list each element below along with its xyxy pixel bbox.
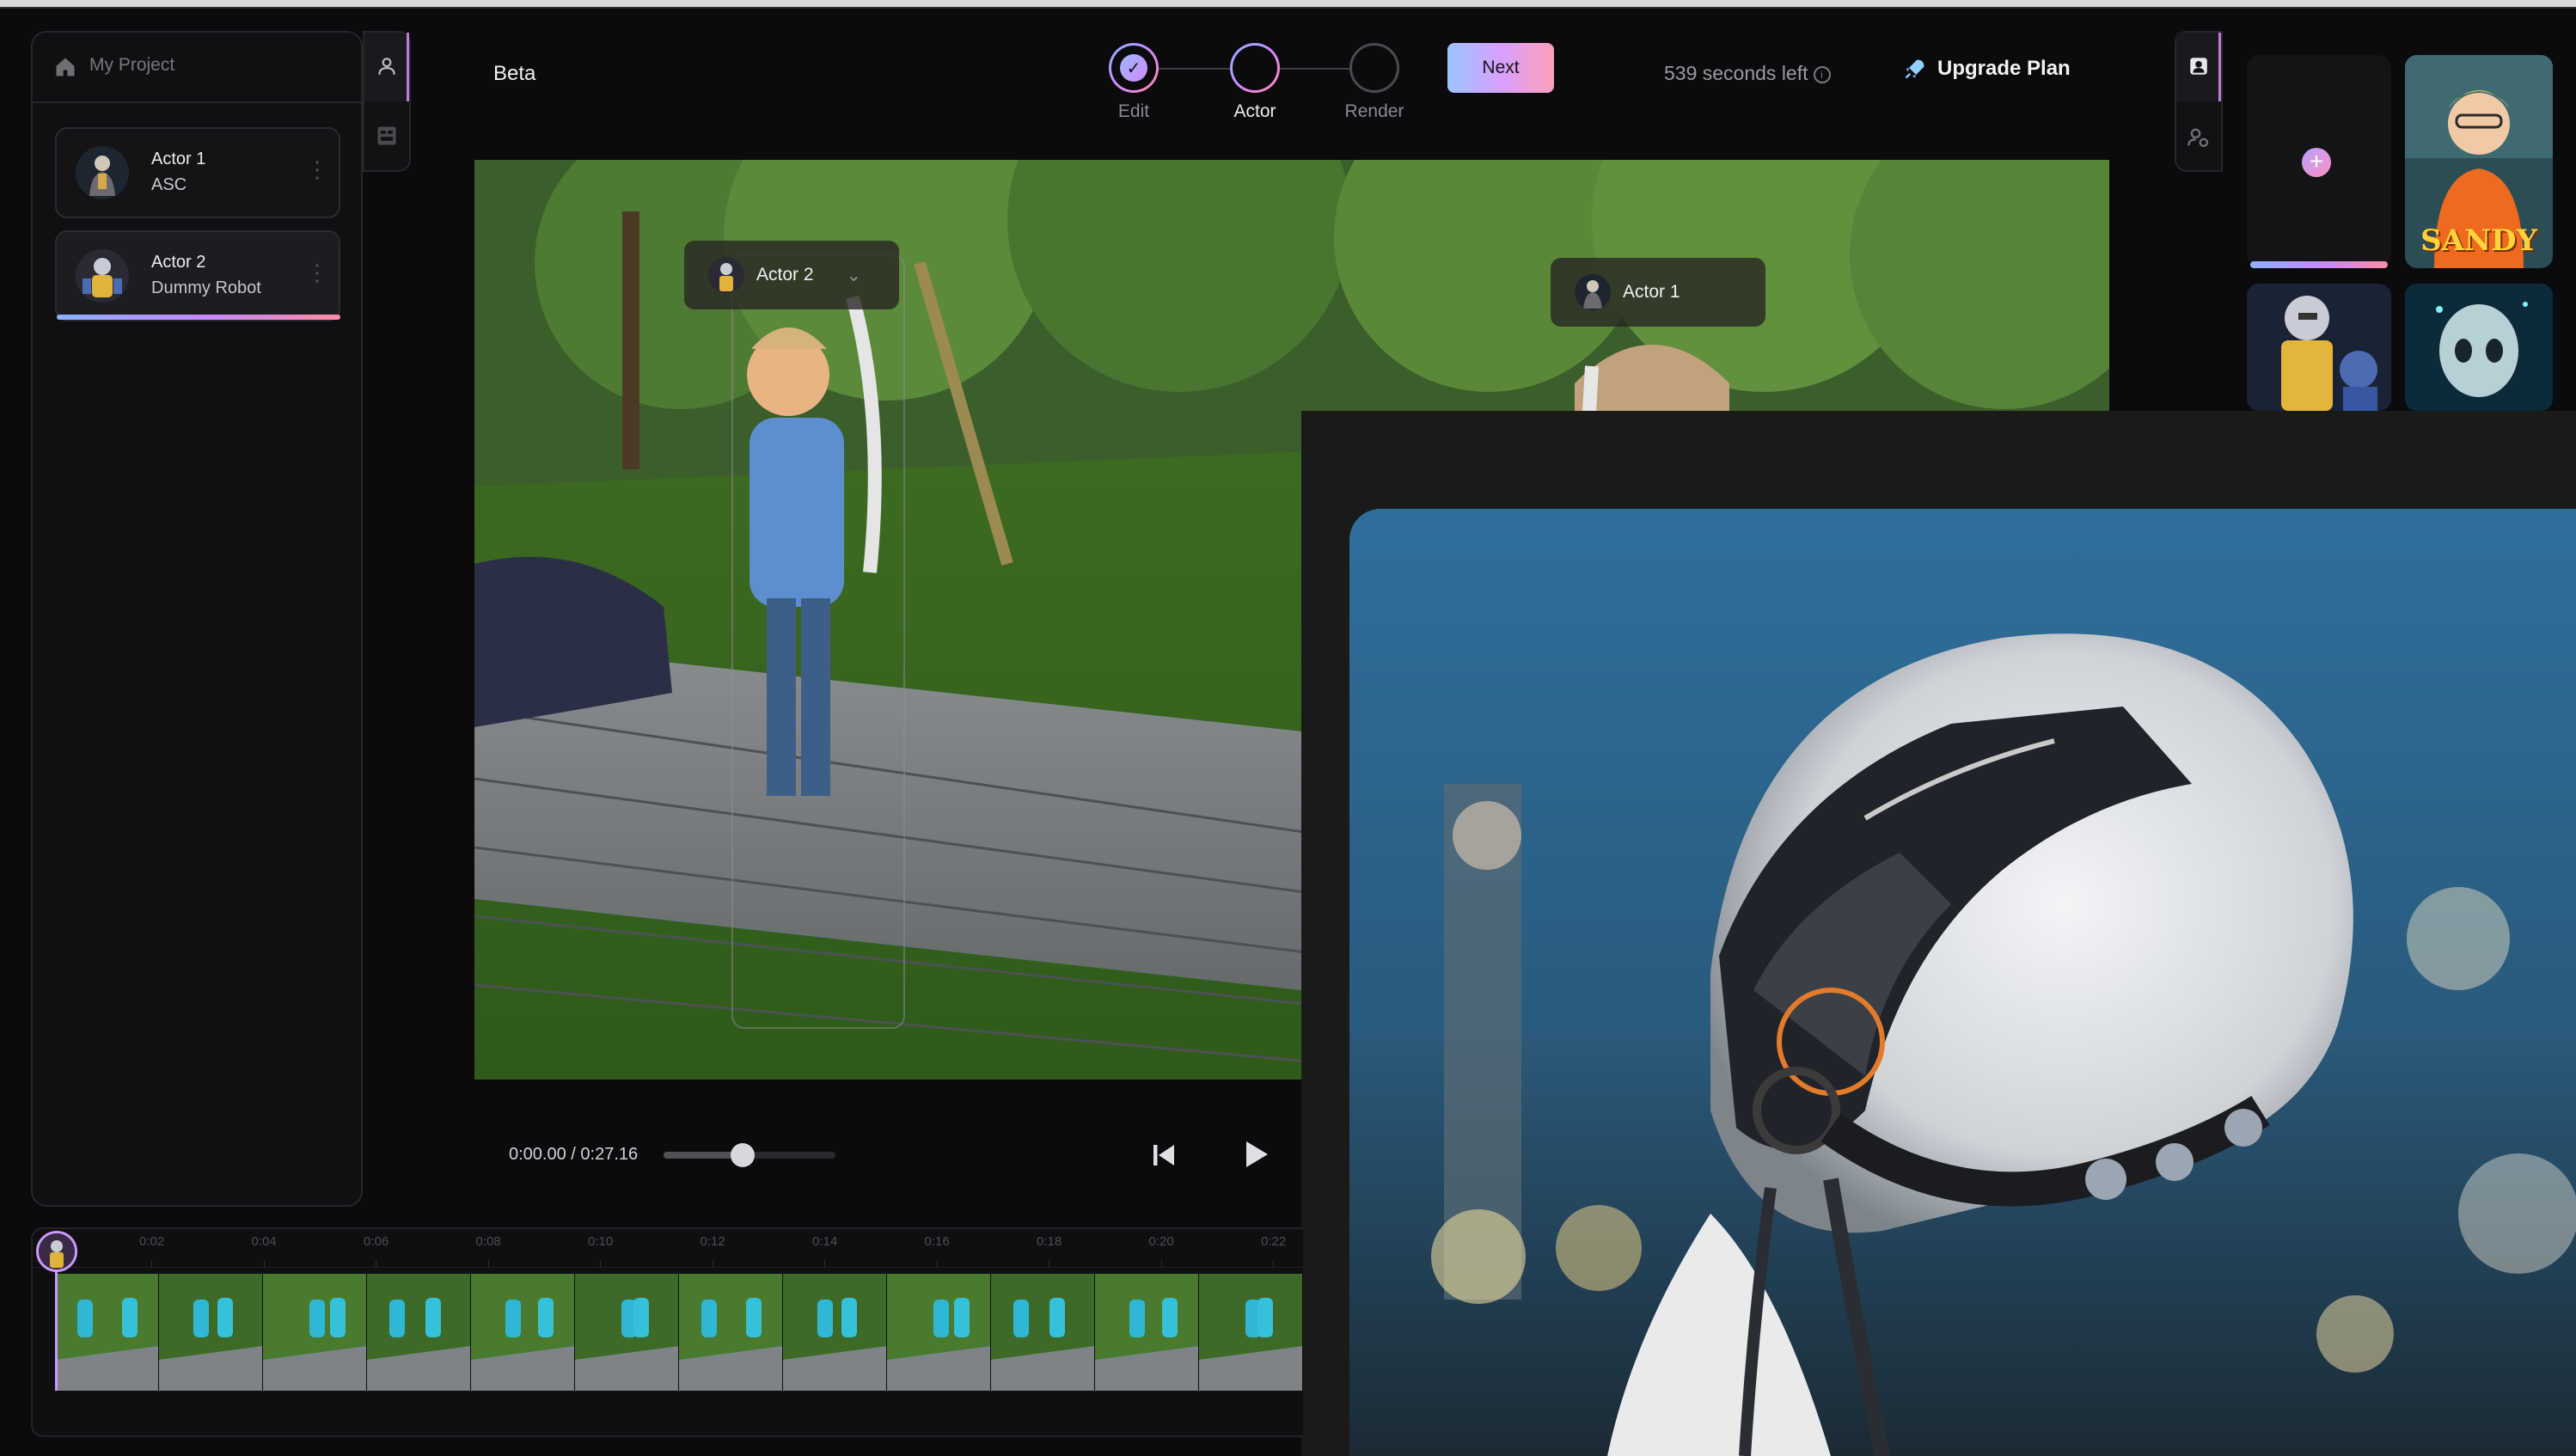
timeline-frame (783, 1274, 887, 1391)
timeline-frame (471, 1274, 575, 1391)
plus-icon[interactable]: + (2302, 148, 2331, 177)
beta-label: Beta (493, 62, 536, 85)
timeline-tick-label: 0:10 (588, 1234, 614, 1249)
user-settings-icon[interactable] (2187, 125, 2211, 150)
timeline-tick-label: 0:18 (1037, 1234, 1062, 1249)
library-thumb-robot[interactable] (2247, 284, 2391, 411)
step-connector-1 (1159, 68, 1230, 70)
timeline-frame (575, 1274, 679, 1391)
timeline-tick-mark (1273, 1260, 1274, 1267)
layers-tab[interactable] (364, 107, 409, 167)
step-actor-label: Actor (1233, 101, 1276, 121)
actor-card-2[interactable]: Actor 2 Dummy Robot ⋮ (55, 230, 340, 321)
step-edit-label: Edit (1117, 101, 1150, 121)
library-thumb-sandy[interactable]: SANDY (2405, 55, 2553, 268)
timeline-frame (991, 1274, 1095, 1391)
robot-image (1349, 509, 2576, 1456)
timeline-tick-label: 0:14 (812, 1234, 838, 1249)
timeline-tick-mark (487, 1260, 489, 1267)
actor-1-tag-avatar (1575, 274, 1611, 310)
actor-2-name: Actor 2 (151, 253, 206, 272)
play-icon[interactable] (1238, 1136, 1272, 1172)
step-render[interactable] (1349, 43, 1399, 93)
actor-2-tag-label: Actor 2 (756, 265, 814, 284)
step-connector-2 (1280, 68, 1349, 70)
timeline-tick-mark (151, 1260, 152, 1267)
timeline-tick-label: 0:22 (1261, 1234, 1287, 1249)
timeline-tick-mark (263, 1260, 265, 1267)
timeline-frame (55, 1274, 159, 1391)
volume-slider-knob[interactable] (731, 1143, 755, 1167)
window-top-border (0, 0, 2576, 7)
step-render-label: Render (1344, 101, 1404, 121)
timeline-frame (263, 1274, 367, 1391)
actor-2-selected-indicator (57, 315, 340, 320)
timeline-frame (887, 1274, 991, 1391)
playback-time: 0:00.00 / 0:27.16 (509, 1145, 639, 1164)
timeline-tick-mark (936, 1260, 938, 1267)
seconds-left: 539 seconds left i (1664, 62, 1831, 85)
info-icon[interactable]: i (1813, 65, 1831, 83)
actor-1-subtitle: ASC (151, 175, 187, 194)
timeline-frame (1095, 1274, 1199, 1391)
check-icon: ✓ (1120, 54, 1147, 82)
add-card-accent (2250, 261, 2388, 268)
upgrade-plan-button[interactable]: Upgrade Plan (1903, 57, 2071, 81)
actor-card-1[interactable]: Actor 1 ASC ⋮ (55, 127, 340, 218)
actor-2-tag[interactable]: Actor 2 ⌄ (684, 241, 899, 309)
timeline-tick-mark (824, 1260, 825, 1267)
actors-tab[interactable] (364, 33, 409, 101)
project-name[interactable]: My Project (89, 55, 174, 76)
timeline-tick-mark (1160, 1260, 1162, 1267)
actor-2-tag-avatar (708, 257, 744, 293)
actor-1-tag[interactable]: Actor 1 (1551, 258, 1765, 327)
timeline-tick-label: 0:08 (475, 1234, 501, 1249)
upgrade-plan-label: Upgrade Plan (1937, 57, 2071, 80)
next-button[interactable]: Next (1447, 43, 1554, 93)
actor-2-more-icon[interactable]: ⋮ (306, 261, 328, 284)
window-top-divider (0, 7, 2576, 9)
playhead-handle[interactable] (36, 1231, 77, 1272)
rocket-icon (1905, 59, 1924, 79)
timeline-tick-mark (600, 1260, 601, 1267)
library-tab[interactable] (2176, 33, 2221, 101)
timeline-tick-label: 0:12 (700, 1234, 725, 1249)
timeline-tick-label: 0:06 (364, 1234, 389, 1249)
actor-1-tag-label: Actor 1 (1623, 282, 1680, 302)
timeline-frame (159, 1274, 263, 1391)
timeline-tick-label: 0:16 (924, 1234, 950, 1249)
thumbnail-strip[interactable] (55, 1274, 1303, 1391)
chevron-down-icon[interactable]: ⌄ (847, 265, 862, 286)
step-actor[interactable] (1230, 43, 1280, 93)
actor-2-avatar (76, 249, 129, 303)
timeline-frame (367, 1274, 471, 1391)
timeline-frame (679, 1274, 783, 1391)
actor-1-more-icon[interactable]: ⋮ (306, 158, 328, 180)
timeline-tick-label: 0:02 (139, 1234, 165, 1249)
timeline-ruler (31, 1267, 1303, 1268)
timeline-tick-label: 0:20 (1148, 1234, 1174, 1249)
person-icon (378, 58, 395, 75)
step-edit[interactable]: ✓ (1109, 43, 1159, 93)
skip-back-icon[interactable] (1148, 1140, 1179, 1171)
timeline-tick-label: 0:04 (251, 1234, 277, 1249)
actor-1-name: Actor 1 (151, 150, 206, 168)
actor-1-avatar (76, 146, 129, 199)
actor-2-subtitle: Dummy Robot (151, 278, 261, 297)
timeline-frame (1199, 1274, 1303, 1391)
home-icon[interactable] (53, 55, 77, 79)
library-thumb-alien[interactable] (2405, 284, 2553, 411)
sandy-caption: SANDY (2420, 223, 2537, 258)
project-header[interactable] (31, 31, 363, 103)
playhead-line (55, 1270, 58, 1391)
layout-icon (377, 126, 396, 145)
portrait-icon (2190, 58, 2207, 75)
seconds-left-text: 539 seconds left (1664, 62, 1808, 84)
